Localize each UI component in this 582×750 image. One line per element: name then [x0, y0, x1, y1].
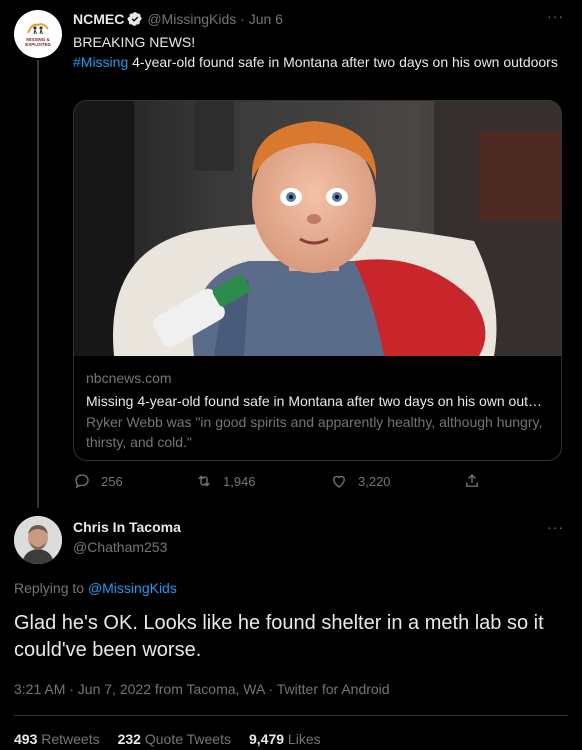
- replying-to: Replying to @MissingKids: [14, 580, 177, 596]
- link-preview-card[interactable]: nbcnews.com Missing 4-year-old found saf…: [73, 100, 562, 461]
- tweet-actions: 256 1,946 3,220: [73, 472, 493, 496]
- dot-separator: ·: [236, 11, 249, 27]
- reply-icon: [75, 474, 89, 489]
- avatar-caption: MISSING & EXPLOITED: [25, 37, 51, 47]
- likes-stat-label: Likes: [284, 731, 321, 747]
- tweet-text-line1: BREAKING NEWS!: [73, 34, 196, 50]
- retweets-stat-label: Retweets: [37, 731, 100, 747]
- share-button[interactable]: [463, 472, 491, 490]
- card-domain: nbcnews.com: [86, 370, 172, 386]
- ncmec-avatar[interactable]: MISSING & EXPLOITED: [14, 10, 62, 58]
- quotes-stat[interactable]: 232 Quote Tweets: [118, 731, 231, 747]
- tweet-header: NCMEC @MissingKids · Jun 6: [73, 10, 568, 28]
- card-image: [74, 101, 561, 356]
- tweet-text: BREAKING NEWS! #Missing 4-year-old found…: [73, 32, 563, 72]
- quotes-stat-count: 232: [117, 731, 141, 747]
- tweet-stats: 493 Retweets 232 Quote Tweets 9,479 Like…: [14, 731, 339, 747]
- author-name[interactable]: NCMEC: [73, 11, 124, 27]
- person-avatar-icon: [14, 516, 62, 564]
- reply-count: 256: [101, 473, 123, 489]
- tweet-text-line2: #Missing 4-year-old found safe in Montan…: [73, 52, 563, 72]
- card-description: Ryker Webb was "in good spirits and appa…: [86, 414, 543, 450]
- thread-line: [37, 60, 39, 508]
- card-meta: nbcnews.com Missing 4-year-old found saf…: [86, 369, 549, 452]
- retweets-stat[interactable]: 493 Retweets: [14, 731, 100, 747]
- hashtag-link[interactable]: #Missing: [73, 54, 128, 70]
- reply-text: Glad he's OK. Looks like he found shelte…: [14, 612, 544, 661]
- replying-mention-link[interactable]: @MissingKids: [88, 580, 177, 596]
- reply-button[interactable]: 256: [73, 472, 123, 490]
- retweet-icon: [198, 475, 210, 487]
- share-icon: [466, 474, 478, 487]
- quotes-stat-label: Quote Tweets: [140, 731, 231, 747]
- heart-icon: [333, 475, 345, 488]
- like-count: 3,220: [358, 473, 391, 489]
- tweet-text-rest: 4-year-old found safe in Montana after t…: [128, 54, 558, 70]
- retweets-stat-count: 493: [14, 731, 38, 747]
- likes-stat[interactable]: 9,479 Likes: [249, 731, 321, 747]
- replying-prefix: Replying to: [14, 580, 88, 596]
- retweet-button[interactable]: 1,946: [195, 472, 256, 490]
- reply-author-handle[interactable]: @Chatham253: [73, 539, 167, 555]
- verified-badge-icon: [127, 12, 143, 26]
- card-title: Missing 4-year-old found safe in Montana…: [86, 393, 549, 409]
- author-handle[interactable]: @MissingKids: [147, 11, 236, 27]
- tweet-date[interactable]: Jun 6: [249, 11, 283, 27]
- reply-author-name[interactable]: Chris In Tacoma: [73, 519, 181, 535]
- chris-avatar[interactable]: [14, 516, 62, 564]
- retweet-count: 1,946: [223, 473, 256, 489]
- child-photo-icon: [74, 101, 561, 356]
- more-horizontal-icon[interactable]: ···: [547, 8, 564, 24]
- likes-stat-count: 9,479: [248, 731, 285, 747]
- reply-timestamp[interactable]: 3:21 AM · Jun 7, 2022 from Tacoma, WA · …: [14, 681, 390, 697]
- divider: [14, 715, 568, 716]
- like-button[interactable]: 3,220: [330, 472, 391, 490]
- more-horizontal-icon[interactable]: ···: [547, 519, 564, 535]
- ncmec-logo-icon: [26, 21, 50, 35]
